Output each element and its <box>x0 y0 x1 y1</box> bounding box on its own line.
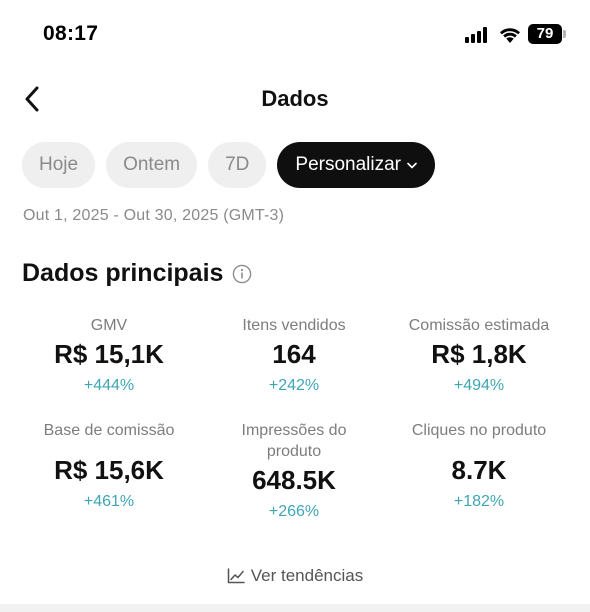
chip-label: Ontem <box>123 154 181 175</box>
chip-hoje[interactable]: Hoje <box>22 142 96 188</box>
trend-chart-icon <box>227 568 245 584</box>
page-title: Dados <box>261 86 329 111</box>
metric-change: +461% <box>83 493 135 510</box>
chip-ontem[interactable]: Ontem <box>106 142 198 188</box>
bottom-divider <box>0 604 590 612</box>
wifi-icon <box>500 28 520 43</box>
chevron-down-icon <box>407 162 417 168</box>
info-icon[interactable] <box>232 264 252 284</box>
metric-base-de-comissao[interactable]: Base de comissão R$ 15,6K +461% <box>19 420 199 511</box>
date-range: Out 1, 2025 - Out 30, 2025 (GMT-3) <box>23 207 285 224</box>
view-trends-label: Ver tendências <box>250 566 364 585</box>
metric-value: R$ 15,6K <box>54 455 164 485</box>
status-time: 08:17 <box>43 22 99 45</box>
metric-label: Comissão estimada <box>408 317 550 334</box>
metric-label: Itens vendidos <box>242 317 346 334</box>
metric-value: R$ 15,1K <box>54 339 164 369</box>
status-bar: 08:17 79 <box>0 0 590 70</box>
chip-label: 7D <box>225 154 250 175</box>
metric-cliques-no-produto[interactable]: Cliques no produto 8.7K +182% <box>389 420 569 511</box>
chip-7d[interactable]: 7D <box>208 142 267 188</box>
metric-label: Cliques no produto <box>411 422 547 439</box>
metric-gmv[interactable]: GMV R$ 15,1K +444% <box>19 315 199 395</box>
metric-change: +182% <box>453 493 505 510</box>
metric-label: GMV <box>90 317 128 334</box>
section-title: Dados principais <box>22 259 224 287</box>
header: Dados <box>0 76 590 122</box>
metric-label: Impressões do produto <box>241 422 347 460</box>
metric-comissao-estimada[interactable]: Comissão estimada R$ 1,8K +494% <box>389 315 569 395</box>
metric-impressoes-do-produto[interactable]: Impressões do produto 648.5K +266% <box>204 420 384 521</box>
section-header: Dados principais <box>22 259 252 288</box>
metric-value: R$ 1,8K <box>431 339 527 369</box>
metric-value: 648.5K <box>252 465 336 495</box>
metric-value: 164 <box>272 339 316 369</box>
metric-change: +444% <box>83 377 135 394</box>
metric-itens-vendidos[interactable]: Itens vendidos 164 +242% <box>204 315 384 395</box>
cellular-signal-icon <box>465 27 487 43</box>
battery-icon: 79 <box>528 24 566 44</box>
metric-label: Base de comissão <box>43 422 175 439</box>
chip-personalizar[interactable]: Personalizar <box>277 142 436 188</box>
view-trends-link[interactable]: Ver tendências <box>0 566 590 586</box>
metric-change: +494% <box>453 377 505 394</box>
chip-label: Hoje <box>39 154 79 175</box>
battery-level: 79 <box>536 25 554 42</box>
metric-value: 8.7K <box>451 455 507 485</box>
date-filter-chips: Hoje Ontem 7D Personalizar <box>22 142 436 188</box>
metric-change: +242% <box>268 377 320 394</box>
chip-label: Personalizar <box>295 154 402 175</box>
metric-change: +266% <box>268 503 320 520</box>
